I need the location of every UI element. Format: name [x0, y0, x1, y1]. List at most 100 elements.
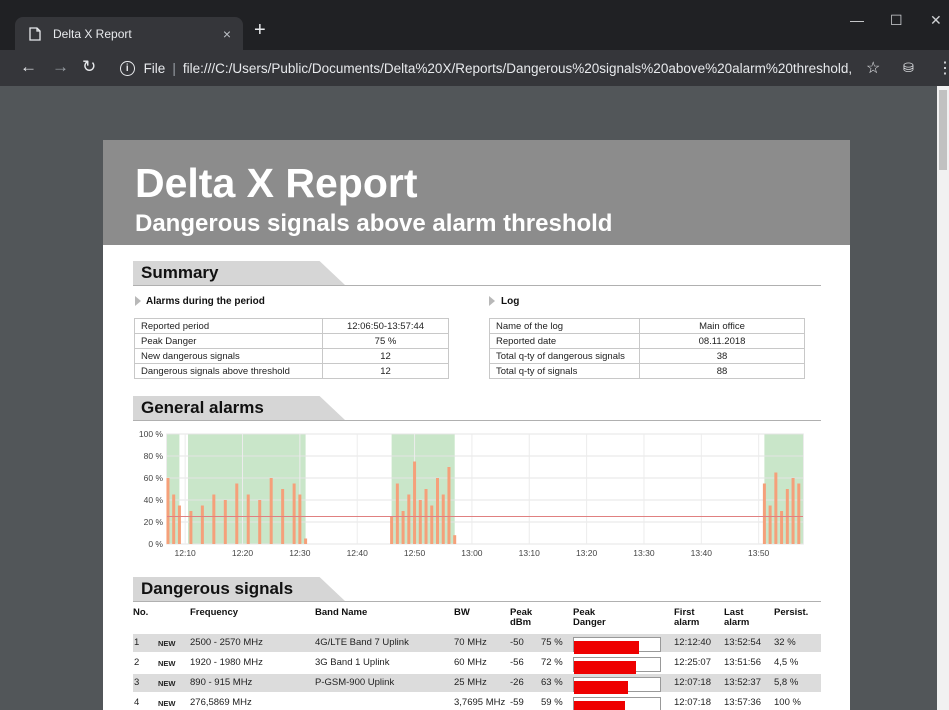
- section-divider: [133, 601, 821, 602]
- column-header: First alarm: [674, 607, 700, 628]
- danger-bar-fill: [574, 641, 639, 654]
- table-row: Reported date 08.11.2018: [489, 333, 805, 349]
- maximize-icon[interactable]: ☐: [890, 12, 903, 29]
- dbm-cell: -26: [510, 677, 524, 688]
- signal-bar: [401, 511, 405, 544]
- new-tab-button[interactable]: +: [254, 20, 266, 40]
- danger-bar: [573, 637, 661, 654]
- persist-cell: 4,5 %: [774, 657, 799, 668]
- dbm-cell: -59: [510, 697, 524, 708]
- signal-bar: [441, 494, 445, 544]
- signal-bar: [413, 461, 417, 544]
- danger-bar-fill: [574, 681, 629, 694]
- table-value: 12: [322, 363, 449, 379]
- table-label: Reported date: [489, 333, 640, 349]
- table-row[interactable]: 2 NEW 1920 - 1980 MHz 3G Band 1 Uplink 6…: [133, 654, 821, 674]
- frequency-cell: 1920 - 1980 MHz: [190, 657, 263, 668]
- last-alarm-cell: 13:52:37: [724, 677, 761, 688]
- signal-bar: [304, 538, 308, 544]
- bw-cell: 60 MHz: [454, 657, 487, 668]
- table-value: 38: [639, 348, 805, 364]
- table-header-row: No. Frequency Band Name BW Peak dBm Peak…: [133, 606, 821, 634]
- table-label: Total q-ty of signals: [489, 363, 640, 379]
- x-tick-label: 13:30: [633, 548, 655, 558]
- bw-cell: 70 MHz: [454, 637, 487, 648]
- table-label: Peak Danger: [134, 333, 323, 349]
- column-header: Last alarm: [724, 607, 750, 628]
- signal-bar: [223, 500, 227, 544]
- last-alarm-cell: 13:51:56: [724, 657, 761, 668]
- table-row: Reported period 12:06:50-13:57:44: [134, 318, 449, 334]
- signal-bar: [453, 535, 457, 544]
- section-divider: [133, 285, 821, 286]
- column-header: No.: [133, 607, 149, 618]
- scrollbar-thumb[interactable]: [939, 90, 947, 170]
- table-value: 08.11.2018: [639, 333, 805, 349]
- bw-cell: 25 MHz: [454, 677, 487, 688]
- column-header: Persist.: [774, 607, 809, 618]
- url-text[interactable]: file:///C:/Users/Public/Documents/Delta%…: [183, 61, 852, 76]
- signal-bar: [395, 483, 399, 544]
- info-icon[interactable]: i: [120, 60, 135, 76]
- table-label: Reported period: [134, 318, 323, 334]
- signal-bar: [189, 511, 193, 544]
- signal-bar: [212, 494, 216, 544]
- address-bar[interactable]: i File | file:///C:/Users/Public/Documen…: [112, 54, 852, 82]
- table-row[interactable]: 3 NEW 890 - 915 MHz P-GSM-900 Uplink 25 …: [133, 674, 821, 694]
- document-icon: [29, 26, 41, 41]
- signal-bar: [258, 500, 262, 544]
- signal-bar: [200, 505, 204, 544]
- menu-icon[interactable]: ⋮: [937, 58, 949, 78]
- browser-tab[interactable]: Delta X Report ×: [15, 17, 243, 50]
- report-page: Delta X Report Dangerous signals above a…: [103, 140, 850, 710]
- log-table: Name of the log Main office Reported date…: [489, 318, 805, 379]
- table-row[interactable]: 4 NEW 276,5869 MHz 3,7695 MHz -59 59 % 1…: [133, 694, 821, 710]
- general-alarms-chart: 100 % 80 % 60 % 40 % 20 % 0 % 12:10 12:20 12:30 1…: [139, 430, 804, 558]
- alarm-region: [391, 434, 455, 544]
- table-value: 75 %: [322, 333, 449, 349]
- page-scrollbar[interactable]: [937, 86, 949, 710]
- reload-icon[interactable]: ↻: [82, 58, 96, 76]
- tab-close-icon[interactable]: ×: [223, 26, 231, 42]
- signal-bar: [435, 478, 439, 544]
- close-window-icon[interactable]: ✕: [930, 12, 942, 29]
- column-header: Band Name: [315, 607, 368, 618]
- table-row: Peak Danger 75 %: [134, 333, 449, 349]
- table-row: Dangerous signals above threshold 12: [134, 363, 449, 379]
- signal-bar: [298, 494, 302, 544]
- url-scheme-label: File: [143, 60, 166, 76]
- bookmark-star-icon[interactable]: ☆: [866, 58, 880, 78]
- y-tick-label: 20 %: [144, 517, 164, 527]
- signal-bar: [292, 483, 296, 544]
- x-tick-label: 13:00: [461, 548, 483, 558]
- first-alarm-cell: 12:25:07: [674, 657, 711, 668]
- extension-icon[interactable]: ⛁: [903, 60, 914, 76]
- general-alarms-heading: General alarms: [141, 398, 264, 417]
- table-row[interactable]: 1 NEW 2500 - 2570 MHz 4G/LTE Band 7 Upli…: [133, 634, 821, 654]
- frequency-cell: 2500 - 2570 MHz: [190, 637, 263, 648]
- report-subtitle: Dangerous signals above alarm threshold: [135, 210, 613, 237]
- y-tick-label: 80 %: [144, 451, 164, 461]
- minimize-icon[interactable]: —: [850, 12, 864, 28]
- first-alarm-cell: 12:07:18: [674, 697, 711, 708]
- signal-bar: [166, 478, 170, 544]
- frequency-cell: 890 - 915 MHz: [190, 677, 253, 688]
- triangle-icon: [135, 296, 141, 306]
- danger-cell: 75 %: [541, 637, 563, 648]
- forward-icon[interactable]: →: [52, 58, 69, 76]
- row-number: 1: [134, 637, 140, 648]
- triangle-icon: [489, 296, 495, 306]
- back-icon[interactable]: ←: [20, 58, 37, 76]
- y-tick-label: 40 %: [144, 495, 164, 505]
- signal-bar: [780, 511, 784, 544]
- signal-bar: [407, 494, 411, 544]
- new-badge: NEW: [158, 679, 176, 688]
- x-tick-label: 12:20: [232, 548, 254, 558]
- danger-cell: 63 %: [541, 677, 563, 688]
- last-alarm-cell: 13:52:54: [724, 637, 761, 648]
- general-alarms-section-header: General alarms: [133, 396, 821, 421]
- column-header: Peak Danger: [573, 607, 606, 628]
- y-tick-label: 0 %: [148, 539, 163, 549]
- dbm-cell: -50: [510, 637, 524, 648]
- log-heading: Log: [501, 296, 520, 307]
